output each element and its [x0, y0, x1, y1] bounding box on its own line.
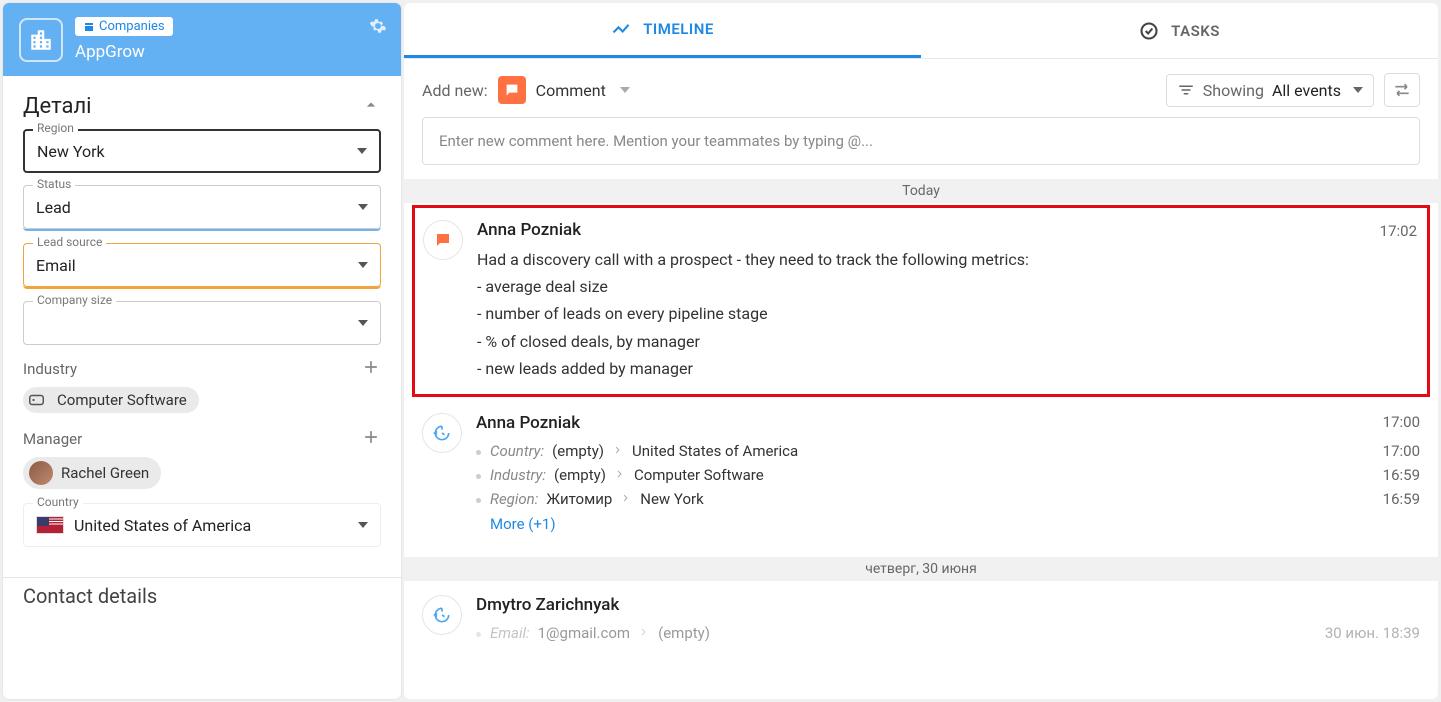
country-value: United States of America: [74, 516, 251, 535]
tabs: TIMELINE TASKS: [404, 3, 1438, 59]
details-title: Деталі: [23, 94, 92, 119]
left-panel: Companies AppGrow Деталі Region New York…: [3, 3, 401, 699]
change-row: Country: (empty) United States of Americ…: [476, 439, 1420, 463]
filter-value: All events: [1272, 81, 1341, 100]
chevron-down-icon: [358, 262, 368, 268]
day-separator-prev: четверг, 30 июня: [404, 557, 1438, 581]
entry-author: Anna Pozniak: [477, 220, 1419, 240]
change-row: Region: Житомир New York 16:59: [476, 487, 1420, 511]
status-field[interactable]: Status Lead: [23, 185, 381, 231]
tab-tasks-label: TASKS: [1171, 22, 1220, 40]
manager-label: Manager: [23, 430, 82, 448]
change-row: Email: 1@gmail.com (empty) 30 июн. 18:39: [476, 621, 1420, 645]
chevron-down-icon[interactable]: [620, 87, 630, 93]
company-icon: [19, 18, 63, 62]
history-badge-icon: [422, 595, 462, 635]
country-field[interactable]: Country United States of America: [23, 503, 381, 547]
chevron-down-icon: [358, 204, 368, 210]
entry-text: Had a discovery call with a prospect - t…: [477, 246, 1419, 382]
entry-time: 17:00: [1383, 413, 1420, 431]
gear-icon[interactable]: [369, 17, 387, 39]
main-panel: TIMELINE TASKS Add new: Comment Showing …: [404, 3, 1438, 699]
change-list: Country: (empty) United States of Americ…: [476, 439, 1420, 511]
tab-tasks[interactable]: TASKS: [921, 3, 1438, 58]
industry-label: Industry: [23, 360, 77, 378]
arrow-right-icon: [638, 624, 650, 642]
chevron-down-icon: [358, 522, 368, 528]
arrow-right-icon: [614, 466, 626, 484]
filter-dropdown[interactable]: Showing All events: [1166, 74, 1374, 107]
entry-author: Dmytro Zarichnyak: [476, 595, 1420, 615]
timeline-entry: Anna Pozniak Country: (empty) United Sta…: [404, 399, 1438, 547]
add-industry-button[interactable]: [361, 357, 381, 381]
timeline-entry: Anna Pozniak Had a discovery call with a…: [412, 205, 1430, 397]
region-value: New York: [37, 142, 105, 161]
status-value: Lead: [36, 198, 71, 217]
day-separator-today: Today: [404, 179, 1438, 203]
industry-chip-label: Computer Software: [57, 391, 187, 409]
comment-input[interactable]: Enter new comment here. Mention your tea…: [422, 117, 1420, 165]
manager-chip-label: Rachel Green: [61, 464, 149, 482]
toolbar: Add new: Comment Showing All events: [404, 59, 1438, 117]
arrow-right-icon: [612, 442, 624, 460]
swap-button[interactable]: [1384, 73, 1420, 107]
leadsource-label: Lead source: [33, 235, 106, 249]
company-tag[interactable]: Companies: [75, 17, 173, 36]
entry-author: Anna Pozniak: [476, 413, 1420, 433]
add-new-type[interactable]: Comment: [536, 81, 606, 100]
avatar: [29, 461, 53, 485]
companysize-field[interactable]: Company size: [23, 301, 381, 345]
manager-chip[interactable]: Rachel Green: [23, 457, 161, 489]
tag-icon: [29, 392, 49, 408]
contact-details-title: Contact details: [3, 584, 401, 608]
timeline-entry: Dmytro Zarichnyak Email: 1@gmail.com (em…: [404, 581, 1438, 645]
industry-chip[interactable]: Computer Software: [23, 387, 199, 413]
leadsource-field[interactable]: Lead source Email: [23, 243, 381, 289]
arrow-right-icon: [620, 490, 632, 508]
add-manager-button[interactable]: [361, 427, 381, 451]
status-label: Status: [33, 177, 75, 191]
company-name: AppGrow: [75, 42, 173, 62]
filter-showing-label: Showing: [1203, 81, 1264, 100]
region-field[interactable]: Region New York: [23, 129, 381, 173]
country-label: Country: [33, 495, 83, 509]
more-link[interactable]: More (+1): [476, 515, 1420, 533]
chevron-down-icon: [358, 320, 368, 326]
companysize-label: Company size: [33, 293, 116, 307]
comment-badge-icon: [423, 220, 463, 260]
chevron-down-icon: [357, 148, 367, 154]
region-label: Region: [33, 121, 78, 135]
history-badge-icon: [422, 413, 462, 453]
comment-icon[interactable]: [498, 76, 526, 104]
chevron-up-icon[interactable]: [361, 95, 381, 119]
entry-time: 17:02: [1380, 222, 1417, 240]
leadsource-value: Email: [36, 256, 76, 275]
tab-timeline-label: TIMELINE: [643, 20, 714, 38]
company-tag-label: Companies: [99, 19, 165, 34]
tab-timeline[interactable]: TIMELINE: [404, 3, 921, 58]
flag-icon: [36, 516, 64, 534]
change-list: Email: 1@gmail.com (empty) 30 июн. 18:39: [476, 621, 1420, 645]
company-header: Companies AppGrow: [3, 3, 401, 76]
chevron-down-icon: [1353, 87, 1363, 93]
change-row: Industry: (empty) Computer Software 16:5…: [476, 463, 1420, 487]
add-new-label: Add new:: [422, 81, 488, 100]
